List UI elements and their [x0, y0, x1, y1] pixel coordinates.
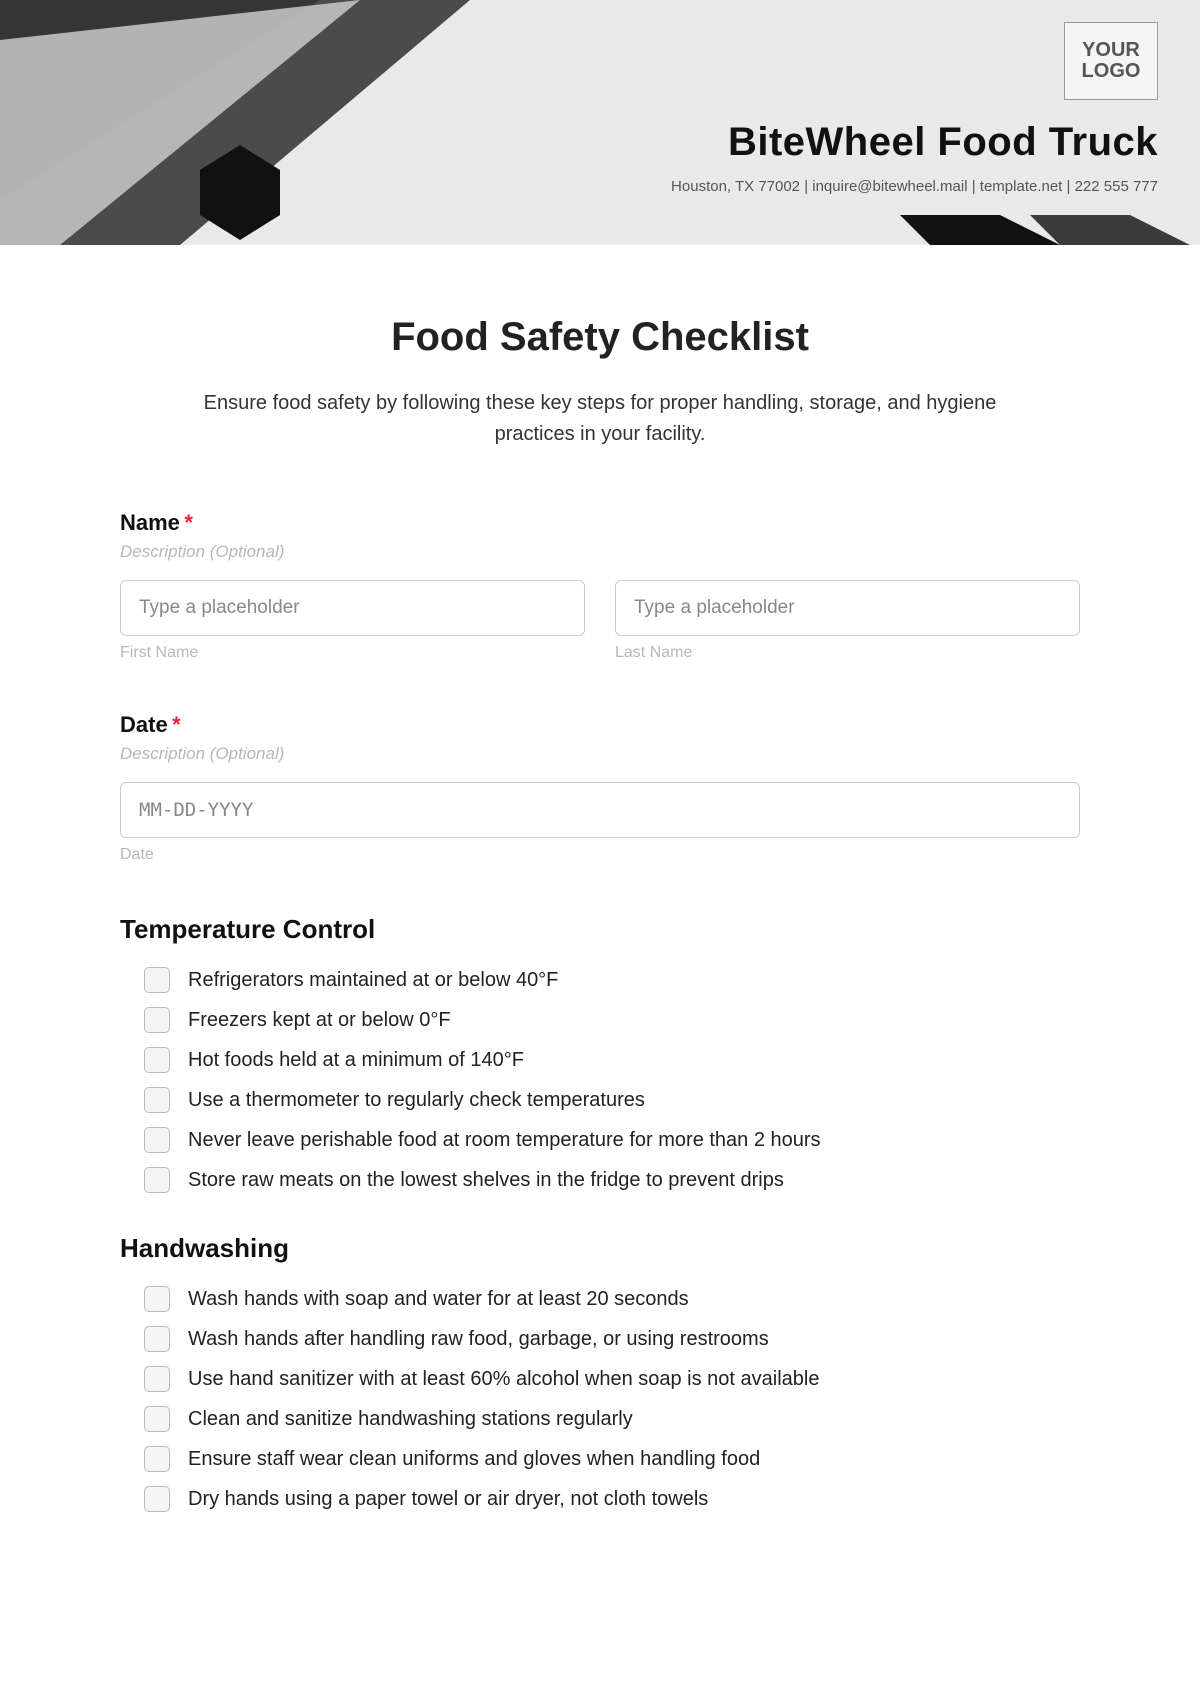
- first-name-sublabel: First Name: [120, 644, 585, 662]
- checklist-handwashing: Wash hands with soap and water for at le…: [120, 1286, 1080, 1512]
- check-row: Use hand sanitizer with at least 60% alc…: [144, 1366, 1080, 1392]
- date-label: Date: [120, 712, 168, 737]
- check-row: Dry hands using a paper towel or air dry…: [144, 1486, 1080, 1512]
- check-row: Store raw meats on the lowest shelves in…: [144, 1167, 1080, 1193]
- date-required-marker: *: [172, 712, 181, 737]
- name-field-block: Name * Description (Optional) First Name…: [120, 510, 1080, 662]
- checkbox[interactable]: [144, 1127, 170, 1153]
- checkbox[interactable]: [144, 1286, 170, 1312]
- page-description: Ensure food safety by following these ke…: [185, 388, 1015, 450]
- check-label: Refrigerators maintained at or below 40°…: [188, 967, 558, 993]
- date-sublabel: Date: [120, 846, 1080, 864]
- name-label: Name: [120, 510, 180, 535]
- checkbox[interactable]: [144, 1326, 170, 1352]
- checkbox[interactable]: [144, 1486, 170, 1512]
- checkbox[interactable]: [144, 1366, 170, 1392]
- page-title: Food Safety Checklist: [120, 315, 1080, 360]
- checklist-temperature: Refrigerators maintained at or below 40°…: [120, 967, 1080, 1193]
- check-label: Freezers kept at or below 0°F: [188, 1007, 451, 1033]
- check-label: Store raw meats on the lowest shelves in…: [188, 1167, 784, 1193]
- first-name-input[interactable]: [120, 580, 585, 636]
- check-row: Hot foods held at a minimum of 140°F: [144, 1047, 1080, 1073]
- check-label: Use a thermometer to regularly check tem…: [188, 1087, 645, 1113]
- date-input[interactable]: [120, 782, 1080, 838]
- checkbox[interactable]: [144, 1007, 170, 1033]
- check-label: Hot foods held at a minimum of 140°F: [188, 1047, 524, 1073]
- checkbox[interactable]: [144, 1047, 170, 1073]
- checkbox[interactable]: [144, 1406, 170, 1432]
- last-name-sublabel: Last Name: [615, 644, 1080, 662]
- logo-placeholder: YOUR LOGO: [1064, 22, 1158, 100]
- company-name: BiteWheel Food Truck: [728, 120, 1158, 165]
- section-title-handwashing: Handwashing: [120, 1233, 1080, 1264]
- check-label: Use hand sanitizer with at least 60% alc…: [188, 1366, 819, 1392]
- check-label: Wash hands with soap and water for at le…: [188, 1286, 689, 1312]
- check-row: Freezers kept at or below 0°F: [144, 1007, 1080, 1033]
- check-row: Clean and sanitize handwashing stations …: [144, 1406, 1080, 1432]
- check-label: Ensure staff wear clean uniforms and glo…: [188, 1446, 760, 1472]
- section-title-temperature: Temperature Control: [120, 914, 1080, 945]
- name-description: Description (Optional): [120, 542, 1080, 562]
- name-required-marker: *: [184, 510, 193, 535]
- checkbox[interactable]: [144, 1087, 170, 1113]
- check-row: Never leave perishable food at room temp…: [144, 1127, 1080, 1153]
- check-label: Never leave perishable food at room temp…: [188, 1127, 821, 1153]
- company-contact: Houston, TX 77002 | inquire@bitewheel.ma…: [671, 178, 1158, 195]
- check-label: Wash hands after handling raw food, garb…: [188, 1326, 769, 1352]
- check-label: Clean and sanitize handwashing stations …: [188, 1406, 633, 1432]
- check-row: Ensure staff wear clean uniforms and glo…: [144, 1446, 1080, 1472]
- check-row: Wash hands with soap and water for at le…: [144, 1286, 1080, 1312]
- checkbox[interactable]: [144, 967, 170, 993]
- date-field-block: Date * Description (Optional) Date: [120, 712, 1080, 864]
- last-name-input[interactable]: [615, 580, 1080, 636]
- check-row: Refrigerators maintained at or below 40°…: [144, 967, 1080, 993]
- checkbox[interactable]: [144, 1446, 170, 1472]
- logo-text: YOUR LOGO: [1065, 40, 1157, 82]
- check-row: Use a thermometer to regularly check tem…: [144, 1087, 1080, 1113]
- check-row: Wash hands after handling raw food, garb…: [144, 1326, 1080, 1352]
- date-description: Description (Optional): [120, 744, 1080, 764]
- header-banner: YOUR LOGO BiteWheel Food Truck Houston, …: [0, 0, 1200, 245]
- check-label: Dry hands using a paper towel or air dry…: [188, 1486, 708, 1512]
- checkbox[interactable]: [144, 1167, 170, 1193]
